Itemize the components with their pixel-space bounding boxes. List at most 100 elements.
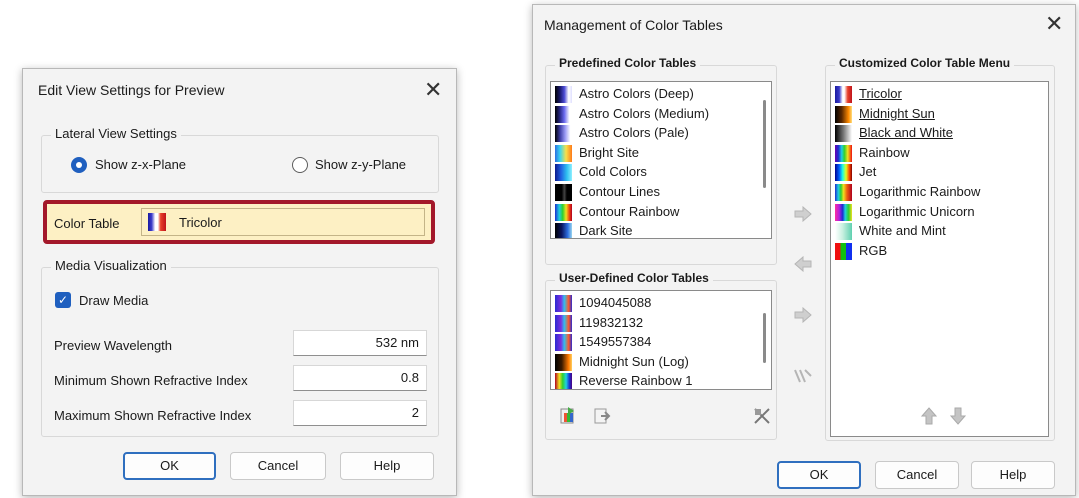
ok-button[interactable]: OK	[123, 452, 216, 480]
list-item-label: Astro Colors (Medium)	[579, 105, 710, 121]
list-item[interactable]: Logarithmic Rainbow	[835, 183, 1035, 202]
list-item[interactable]: Rainbow	[835, 144, 1035, 163]
remove-from-menu-arrow-icon[interactable]	[793, 255, 813, 273]
add-user-table-arrow-icon[interactable]	[793, 306, 813, 324]
predefined-list[interactable]: Astro Colors (Deep) Astro Colors (Medium)…	[550, 81, 772, 239]
radio-dot	[76, 162, 82, 168]
list-item-label: Tricolor	[859, 86, 902, 101]
list-item[interactable]: Astro Colors (Deep)	[555, 85, 755, 104]
list-item[interactable]: Cold Colors	[555, 163, 755, 182]
list-item[interactable]: Jet	[835, 163, 1035, 182]
import-table-icon[interactable]	[559, 407, 577, 425]
list-item-label: Cold Colors	[579, 164, 647, 180]
list-item-label: Logarithmic Unicorn	[859, 203, 975, 219]
close-icon[interactable]: ✕	[424, 79, 442, 101]
list-item-label: Contour Lines	[579, 184, 660, 199]
list-item[interactable]: Astro Colors (Medium)	[555, 105, 755, 124]
list-item[interactable]: Astro Colors (Pale)	[555, 124, 755, 143]
list-item-label: Contour Rainbow	[579, 203, 680, 219]
preview-wavelength-label: Preview Wavelength	[54, 338, 173, 353]
cancel-button[interactable]: Cancel	[875, 461, 959, 489]
rainbow-swatch-icon	[835, 144, 852, 162]
contour-lines-swatch-icon	[555, 184, 572, 201]
list-item-label: RGB	[859, 242, 888, 258]
edit-view-settings-dialog: Edit View Settings for Preview ✕ Lateral…	[22, 68, 457, 496]
list-item-label: Reverse Rainbow 1	[579, 373, 693, 389]
list-item[interactable]: 1094045088	[555, 294, 755, 313]
list-item[interactable]: Contour Lines	[555, 183, 755, 202]
user-defined-legend: User-Defined Color Tables	[555, 271, 713, 285]
black-white-swatch-icon	[835, 125, 852, 143]
bright-site-swatch-icon	[555, 144, 572, 162]
list-item-label: Rainbow	[859, 144, 910, 160]
add-to-menu-arrow-icon[interactable]	[793, 205, 813, 223]
customized-list[interactable]: Tricolor Midnight Sun Black and White Rainb…	[830, 81, 1049, 437]
list-item-label: 1094045088	[579, 295, 652, 310]
list-item[interactable]: Contour Rainbow	[555, 203, 755, 222]
user-table-swatch-icon	[555, 295, 572, 312]
log-rainbow-swatch-icon	[835, 184, 852, 201]
list-item[interactable]: Midnight Sun	[835, 105, 1035, 124]
midnight-sun-swatch-icon	[835, 105, 852, 123]
list-item-label: Midnight Sun	[859, 105, 935, 121]
tricolor-swatch-icon	[148, 213, 166, 231]
media-visualization-legend: Media Visualization	[51, 258, 171, 273]
radio-zy[interactable]	[292, 157, 308, 173]
management-color-tables-dialog: Management of Color Tables ✕ Predefined …	[532, 4, 1076, 496]
list-item[interactable]: Black and White	[835, 124, 1035, 143]
predefined-legend: Predefined Color Tables	[555, 56, 701, 70]
list-item[interactable]: Dark Site	[555, 222, 755, 239]
list-item[interactable]: Midnight Sun (Log)	[555, 353, 755, 372]
reverse-rainbow-swatch-icon	[555, 373, 572, 389]
color-table-value: Tricolor	[179, 215, 222, 230]
cancel-button[interactable]: Cancel	[230, 452, 326, 480]
midnight-sun-log-swatch-icon	[555, 353, 572, 371]
radio-zx[interactable]	[71, 157, 87, 173]
radio-zx-label[interactable]: Show z-x-Plane	[95, 157, 186, 172]
min-refractive-index-label: Minimum Shown Refractive Index	[54, 373, 248, 388]
dark-site-swatch-icon	[555, 223, 572, 238]
contour-rainbow-swatch-icon	[555, 203, 572, 221]
draw-media-label[interactable]: Draw Media	[79, 293, 148, 308]
move-down-icon[interactable]	[949, 407, 967, 425]
list-item-label: Astro Colors (Deep)	[579, 86, 694, 101]
astro-deep-swatch-icon	[555, 86, 572, 103]
lateral-view-settings-legend: Lateral View Settings	[51, 126, 181, 141]
move-up-icon[interactable]	[920, 407, 938, 425]
dialog-title: Edit View Settings for Preview	[38, 82, 225, 98]
list-item[interactable]: Bright Site	[555, 144, 755, 163]
help-button[interactable]: Help	[340, 452, 434, 480]
close-icon[interactable]: ✕	[1045, 13, 1063, 35]
help-button[interactable]: Help	[971, 461, 1055, 489]
ok-button[interactable]: OK	[777, 461, 861, 489]
user-table-swatch-icon	[555, 314, 572, 332]
delete-table-icon[interactable]	[753, 407, 771, 425]
min-refractive-index-field[interactable]: 0.8	[293, 365, 427, 391]
list-item-label: Midnight Sun (Log)	[579, 353, 689, 369]
dialog-title: Management of Color Tables	[544, 17, 723, 33]
preview-wavelength-field[interactable]: 532 nm	[293, 330, 427, 356]
list-item[interactable]: Reverse Rainbow 1	[555, 372, 755, 389]
list-item[interactable]: 119832132	[555, 314, 755, 333]
list-item[interactable]: RGB	[835, 242, 1035, 261]
draw-media-checkbox[interactable]: ✓	[55, 292, 71, 308]
max-refractive-index-field[interactable]: 2	[293, 400, 427, 426]
list-item[interactable]: 1549557384	[555, 333, 755, 352]
rgb-swatch-icon	[835, 242, 852, 260]
list-item[interactable]: Tricolor	[835, 85, 1035, 104]
customized-legend: Customized Color Table Menu	[835, 56, 1015, 70]
predefined-scrollbar[interactable]	[763, 100, 766, 188]
user-defined-list[interactable]: 1094045088 119832132 1549557384 Midnight Su…	[550, 290, 772, 390]
color-table-selector[interactable]: Tricolor	[141, 208, 425, 236]
export-table-icon[interactable]	[593, 407, 611, 425]
edit-table-icon[interactable]	[793, 368, 813, 384]
radio-zy-label[interactable]: Show z-y-Plane	[315, 157, 406, 172]
list-item-label: Bright Site	[579, 144, 639, 160]
list-item-label: Dark Site	[579, 223, 633, 239]
astro-pale-swatch-icon	[555, 125, 572, 143]
list-item-label: Jet	[859, 164, 877, 180]
list-item[interactable]: Logarithmic Unicorn	[835, 203, 1035, 222]
list-item[interactable]: White and Mint	[835, 222, 1035, 241]
list-item-label: Logarithmic Rainbow	[859, 184, 981, 199]
user-defined-scrollbar[interactable]	[763, 313, 766, 363]
